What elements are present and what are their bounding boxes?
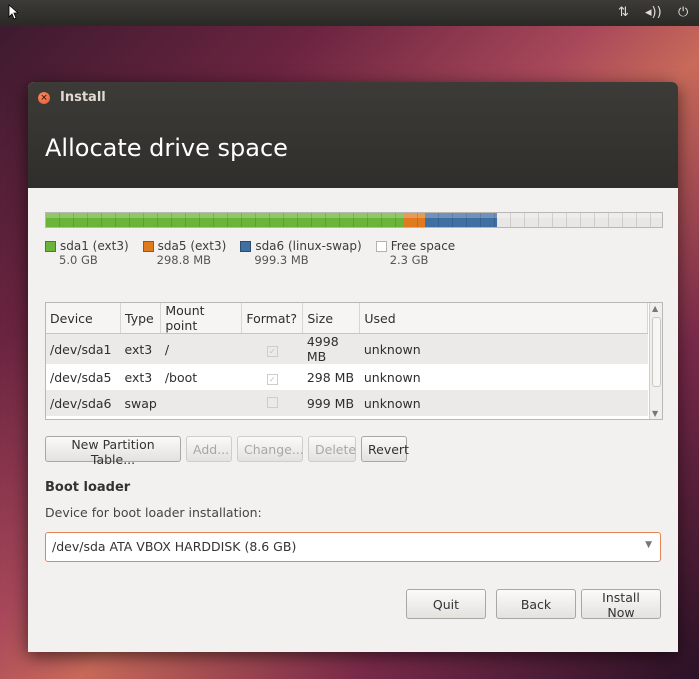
column-header-mount[interactable]: Mount point bbox=[160, 303, 243, 334]
cell-size: 4998 MB bbox=[302, 333, 360, 364]
install-now-button[interactable]: Install Now bbox=[581, 589, 661, 620]
legend-size: 298.8 MB bbox=[156, 253, 212, 267]
column-header-device[interactable]: Device bbox=[46, 303, 121, 334]
partition-legend: sda1 (ext3) 5.0 GB sda5 (ext3) 298.8 MB … bbox=[45, 239, 455, 267]
titlebar: × Install Allocate drive space bbox=[28, 82, 678, 188]
format-checkbox[interactable]: ✓ bbox=[266, 373, 278, 385]
legend-size: 5.0 GB bbox=[59, 253, 98, 267]
partition-segment-sda6 bbox=[425, 213, 498, 227]
new-partition-table-button[interactable]: New Partition Table... bbox=[45, 436, 181, 467]
cell-size: 999 MB bbox=[302, 390, 360, 416]
cell-device: /dev/sda1 bbox=[46, 333, 121, 364]
legend-label: sda1 (ext3) bbox=[60, 239, 129, 253]
legend-item-free: Free space 2.3 GB bbox=[375, 239, 456, 267]
page-title: Allocate drive space bbox=[45, 134, 288, 162]
close-icon[interactable]: × bbox=[38, 92, 50, 104]
back-button[interactable]: Back bbox=[496, 589, 576, 619]
partition-segment-sda1 bbox=[46, 213, 404, 227]
add-button[interactable]: Add... bbox=[186, 436, 232, 462]
mouse-pointer-icon bbox=[8, 4, 20, 24]
legend-swatch bbox=[240, 240, 252, 252]
boot-loader-select[interactable]: /dev/sda ATA VBOX HARDDISK (8.6 GB) ▼ bbox=[45, 532, 661, 562]
cell-type: ext3 bbox=[120, 364, 161, 390]
legend-swatch bbox=[142, 240, 154, 252]
cell-mount bbox=[160, 390, 242, 416]
scroll-down-icon[interactable]: ▼ bbox=[652, 409, 658, 418]
table-scrollbar[interactable]: ▲ ▼ bbox=[649, 303, 662, 419]
partition-table[interactable]: Device Type Mount point Format? Size Use… bbox=[45, 302, 663, 420]
network-icon[interactable]: ⇅ bbox=[618, 5, 629, 20]
boot-loader-description: Device for boot loader installation: bbox=[45, 505, 262, 520]
legend-swatch bbox=[45, 240, 56, 252]
install-window: × Install Allocate drive space sda1 (ext… bbox=[28, 82, 678, 652]
table-header-row: Device Type Mount point Format? Size Use… bbox=[46, 303, 648, 334]
column-header-size[interactable]: Size bbox=[302, 303, 361, 334]
boot-loader-selected-value: /dev/sda ATA VBOX HARDDISK (8.6 GB) bbox=[52, 539, 297, 554]
legend-label: sda5 (ext3) bbox=[157, 239, 227, 253]
table-row[interactable]: /dev/sda1 ext3 / ✓ 4998 MB unknown bbox=[46, 333, 648, 364]
legend-size: 999.3 MB bbox=[254, 253, 309, 267]
legend-label: Free space bbox=[390, 239, 456, 253]
cell-device: /dev/sda5 bbox=[46, 364, 121, 390]
volume-icon[interactable]: ◂)) bbox=[645, 5, 662, 20]
change-button[interactable]: Change... bbox=[237, 436, 304, 462]
column-header-type[interactable]: Type bbox=[120, 303, 162, 334]
legend-item-sda1: sda1 (ext3) 5.0 GB bbox=[45, 239, 129, 267]
legend-item-sda5: sda5 (ext3) 298.8 MB bbox=[142, 239, 227, 267]
partition-segment-sda5 bbox=[403, 213, 426, 227]
legend-label: sda6 (linux-swap) bbox=[255, 239, 362, 253]
legend-swatch bbox=[375, 240, 387, 252]
revert-button[interactable]: Revert bbox=[361, 436, 409, 462]
cell-type: swap bbox=[120, 390, 161, 416]
column-header-used[interactable]: Used bbox=[359, 303, 648, 334]
scrollbar-thumb[interactable] bbox=[652, 317, 661, 387]
format-checkbox[interactable]: ✓ bbox=[266, 345, 278, 357]
quit-button[interactable]: Quit bbox=[406, 589, 486, 619]
cell-used: unknown bbox=[359, 390, 648, 416]
column-header-format[interactable]: Format? bbox=[241, 303, 304, 334]
boot-loader-title: Boot loader bbox=[45, 480, 131, 495]
cell-used: unknown bbox=[359, 364, 648, 390]
top-panel: ⇅ ◂)) ⏻ bbox=[0, 0, 699, 26]
cell-device: /dev/sda6 bbox=[46, 390, 121, 416]
legend-item-sda6: sda6 (linux-swap) 999.3 MB bbox=[240, 239, 362, 267]
cell-type: ext3 bbox=[120, 333, 161, 364]
partition-segment-free bbox=[496, 213, 662, 227]
delete-button[interactable]: Delete bbox=[308, 436, 356, 462]
cell-used: unknown bbox=[359, 333, 648, 364]
format-checkbox[interactable] bbox=[266, 396, 278, 408]
legend-size: 2.3 GB bbox=[389, 253, 429, 267]
table-row[interactable]: /dev/sda5 ext3 /boot ✓ 298 MB unknown bbox=[46, 364, 648, 390]
table-row[interactable]: /dev/sda6 swap 999 MB unknown bbox=[46, 390, 648, 416]
cell-mount: /boot bbox=[160, 364, 242, 390]
cell-mount: / bbox=[160, 333, 242, 364]
cell-size: 298 MB bbox=[302, 364, 360, 390]
power-icon[interactable]: ⏻ bbox=[678, 5, 688, 20]
partition-bar bbox=[45, 212, 663, 228]
chevron-down-icon: ▼ bbox=[645, 540, 652, 550]
scroll-up-icon[interactable]: ▲ bbox=[652, 304, 658, 313]
window-title: Install bbox=[60, 90, 106, 105]
